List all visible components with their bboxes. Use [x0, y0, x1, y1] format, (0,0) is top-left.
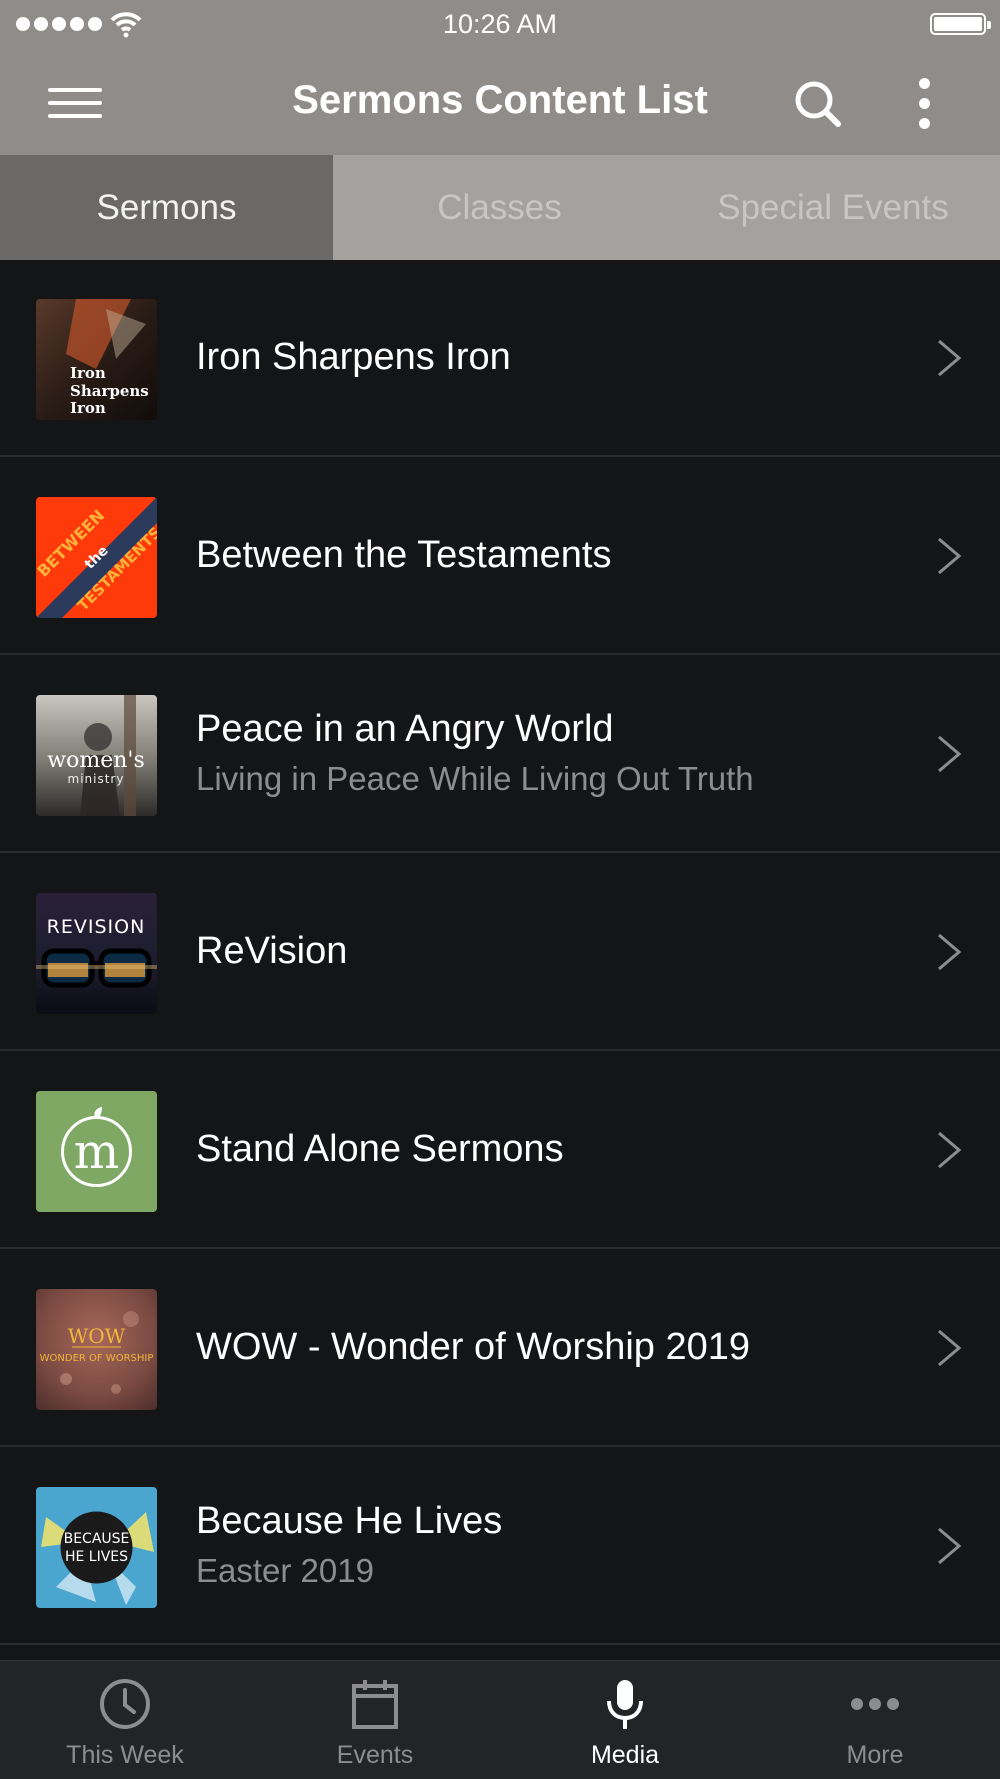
list-item[interactable]: women's ministry Peace in an Angry World… — [0, 656, 1000, 853]
chevron-right-icon — [938, 1131, 962, 1169]
chevron-right-icon — [938, 537, 962, 575]
tab-sermons[interactable]: Sermons — [0, 155, 333, 260]
page-title: Sermons Content List — [292, 78, 708, 122]
battery-icon — [930, 13, 991, 35]
series-thumbnail: WOW WONDER OF WORSHIP — [36, 1289, 157, 1410]
chevron-right-icon — [938, 1329, 962, 1367]
content-tabs: Sermons Classes Special Events — [0, 155, 1000, 260]
list-item[interactable]: WOW WONDER OF WORSHIP WOW - Wonder of Wo… — [0, 1250, 1000, 1447]
svg-text:BECAUSE: BECAUSE — [64, 1531, 130, 1547]
tab-label: Events — [336, 1741, 414, 1769]
item-subtitle: Easter 2019 — [196, 1552, 374, 1589]
status-bar: 10:26 AM — [0, 0, 1000, 50]
svg-text:m: m — [74, 1124, 120, 1180]
bottom-tab-bar: This Week Events Media More — [0, 1660, 1000, 1779]
chevron-right-icon — [938, 735, 962, 773]
item-title: Between the Testaments — [196, 534, 612, 576]
list-item[interactable]: BECAUSE HE LIVES Because He Lives Easter… — [0, 1448, 1000, 1645]
item-title: Iron Sharpens Iron — [196, 336, 511, 378]
series-thumbnail: women's ministry — [36, 695, 157, 816]
item-title: ReVision — [196, 930, 348, 972]
tab-this-week[interactable]: This Week — [0, 1661, 250, 1779]
sermon-list: Iron Sharpens Iron Iron Sharpens Iron BE… — [0, 260, 1000, 1660]
tab-special-events[interactable]: Special Events — [666, 155, 1000, 260]
calendar-icon — [352, 1680, 398, 1729]
svg-text:HE LIVES: HE LIVES — [65, 1549, 128, 1565]
svg-text:ministry: ministry — [68, 772, 125, 786]
tab-label: Media — [590, 1741, 660, 1769]
navigation-bar: Sermons Content List — [0, 50, 1000, 155]
list-item[interactable]: m Stand Alone Sermons — [0, 1052, 1000, 1249]
microphone-icon — [607, 1680, 643, 1729]
tab-label: This Week — [66, 1741, 184, 1769]
more-dots-icon — [851, 1698, 899, 1710]
svg-text:REVISION: REVISION — [47, 916, 146, 938]
svg-text:WONDER OF WORSHIP: WONDER OF WORSHIP — [40, 1353, 154, 1364]
svg-text:women's: women's — [47, 748, 144, 773]
item-title: Peace in an Angry World — [196, 708, 614, 750]
series-thumbnail: BECAUSE HE LIVES — [36, 1487, 157, 1608]
thumbnail-text-line-3: Iron — [70, 399, 106, 417]
list-item[interactable]: Iron Sharpens Iron Iron Sharpens Iron — [0, 260, 1000, 457]
series-thumbnail: m — [36, 1091, 157, 1212]
clock-icon — [100, 1679, 150, 1729]
series-thumbnail: BETWEEN the TESTAMENTS — [36, 497, 157, 618]
item-title: WOW - Wonder of Worship 2019 — [196, 1326, 751, 1368]
tab-media[interactable]: Media — [500, 1661, 750, 1779]
chevron-right-icon — [938, 933, 962, 971]
tab-events[interactable]: Events — [250, 1661, 500, 1779]
series-thumbnail: REVISION — [36, 893, 157, 1014]
tab-more[interactable]: More — [750, 1661, 1000, 1779]
tab-classes[interactable]: Classes — [333, 155, 666, 260]
search-icon[interactable] — [790, 76, 846, 132]
chevron-right-icon — [938, 339, 962, 377]
item-subtitle: Living in Peace While Living Out Truth — [196, 760, 754, 797]
svg-text:WOW: WOW — [68, 1324, 126, 1348]
more-options-button[interactable] — [912, 76, 936, 132]
item-title: Because He Lives — [196, 1500, 503, 1542]
thumbnail-text-line-1: Iron — [70, 364, 106, 382]
series-thumbnail: Iron Sharpens Iron — [36, 299, 157, 420]
list-item[interactable]: REVISION ReVision — [0, 854, 1000, 1051]
item-title: Stand Alone Sermons — [196, 1128, 564, 1170]
thumbnail-text-line-2: Sharpens — [70, 382, 149, 400]
chevron-right-icon — [938, 1527, 962, 1565]
status-time: 10:26 AM — [442, 9, 558, 39]
tab-label: More — [846, 1741, 904, 1769]
list-item[interactable]: BETWEEN the TESTAMENTS Between the Testa… — [0, 458, 1000, 655]
